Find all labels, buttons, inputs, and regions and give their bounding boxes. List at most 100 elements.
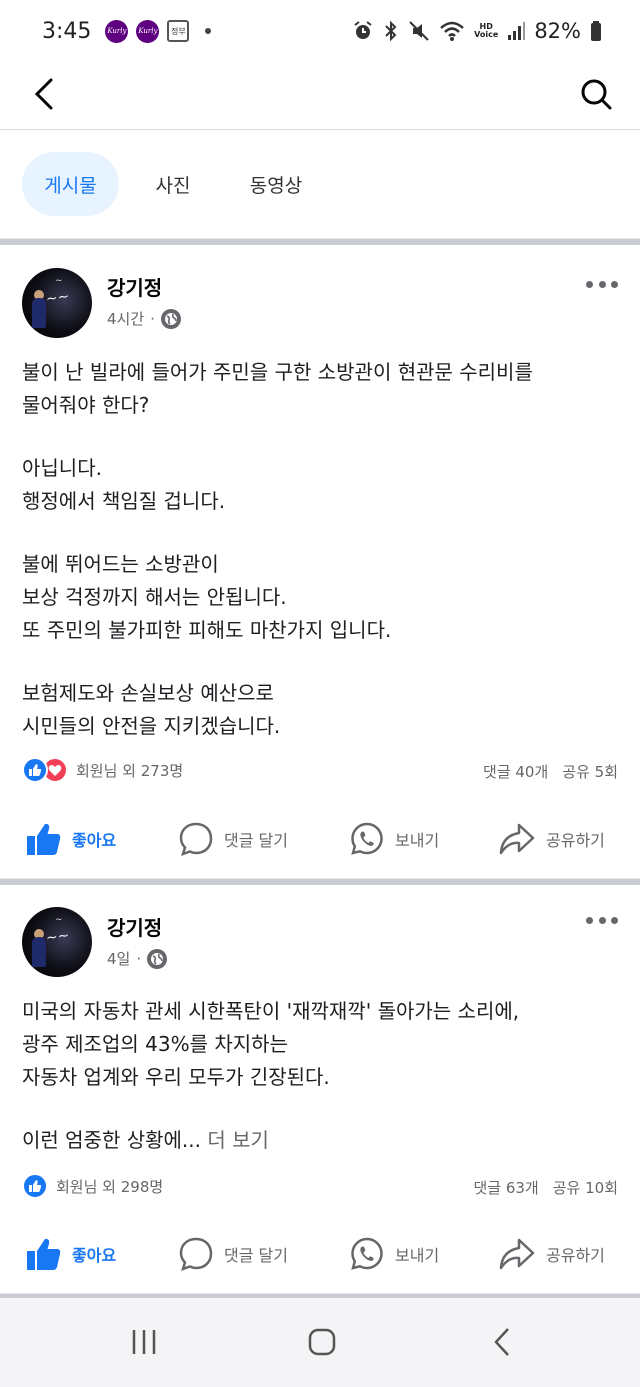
- like-button[interactable]: 좋아요: [26, 1226, 116, 1282]
- post-body: 불이 난 빌라에 들어가 주민을 구한 소방관이 현관문 수리비를 물어줘야 한…: [22, 356, 622, 743]
- avatar[interactable]: ~ ~~: [22, 268, 92, 338]
- send-label: 보내기: [395, 1246, 440, 1265]
- system-nav-bar: [0, 1298, 640, 1387]
- globe-icon: [160, 308, 181, 329]
- reactions-count: 회원님 외 298명: [56, 1177, 164, 1196]
- body-line: 아닙니다.: [22, 456, 102, 480]
- comment-icon: [179, 822, 213, 857]
- comments-count[interactable]: 댓글 40개: [483, 761, 548, 782]
- body-line: 불에 뛰어드는 소방관이: [22, 552, 219, 576]
- avatar-signature: ~~: [45, 288, 71, 308]
- dot: [598, 916, 606, 924]
- avatar-person: [32, 298, 46, 328]
- comment-label: 댓글 달기: [224, 1246, 288, 1265]
- send-button[interactable]: 보내기: [349, 1226, 439, 1282]
- kurly-notification-icon: Kurly: [105, 19, 129, 43]
- voice-label: Voice: [474, 30, 499, 39]
- comments-count[interactable]: 댓글 63개: [473, 1177, 538, 1198]
- more-options-button[interactable]: [582, 272, 622, 296]
- post-author[interactable]: 강기정: [107, 912, 162, 941]
- post-time[interactable]: 4시간: [107, 308, 144, 329]
- signal-icon: [508, 22, 526, 40]
- dot: [586, 280, 593, 288]
- alarm-icon: [354, 21, 372, 39]
- search-button[interactable]: [574, 72, 618, 116]
- avatar[interactable]: ~ ~~: [22, 907, 92, 977]
- recent-apps-button[interactable]: [122, 1322, 166, 1362]
- body-line: 시민들의 안전을 지키겠습니다.: [22, 714, 281, 738]
- home-button[interactable]: [300, 1322, 344, 1362]
- truncated-text: 이런 엄중한 상황에...: [22, 1128, 201, 1152]
- send-label: 보내기: [395, 831, 440, 850]
- share-button[interactable]: 공유하기: [498, 1226, 605, 1282]
- body-line: 행정에서 책임질 겁니다.: [22, 489, 226, 513]
- post-actions: 좋아요 댓글 달기 보내기 공유하기: [0, 1226, 640, 1282]
- avatar-person: [32, 937, 46, 967]
- app-header: [0, 62, 640, 128]
- comment-button[interactable]: 댓글 달기: [178, 1226, 288, 1282]
- body-line: 보상 걱정까지 해서는 안됩니다.: [22, 585, 287, 609]
- post-meta: 4시간 ·: [107, 308, 181, 329]
- home-icon: [308, 1328, 336, 1356]
- post-time[interactable]: 4일: [107, 948, 130, 969]
- body-line: 미국의 자동차 관세 시한폭탄이 '재깍재깍' 돌아가는 소리에,: [22, 999, 520, 1023]
- send-button[interactable]: 보내기: [349, 811, 439, 867]
- reactions-summary[interactable]: 회원님 외 298명: [22, 1173, 163, 1199]
- dot: [598, 280, 606, 288]
- post-card: ~ ~~ 강기정 4시간 · 불이 난 빌라에 들어가 주민을 구한 소방관이 …: [0, 245, 640, 878]
- meta-separator: ·: [150, 309, 155, 328]
- battery-percent: 82%: [534, 19, 581, 43]
- recent-apps-icon: [132, 1330, 156, 1354]
- status-bar: 3:45 Kurly Kurly 정부 HD Voice 82%: [0, 0, 640, 62]
- status-left: 3:45 Kurly Kurly 정부: [42, 19, 212, 44]
- avatar-script: ~: [55, 276, 63, 286]
- profile-tabs: 게시물 사진 동영상: [0, 130, 640, 238]
- see-more-link[interactable]: 더 보기: [207, 1128, 269, 1152]
- shares-count[interactable]: 공유 10회: [553, 1177, 618, 1198]
- body-line: 물어줘야 한다?: [22, 393, 150, 417]
- kurly-notification-icon-2: Kurly: [136, 19, 160, 43]
- share-label: 공유하기: [546, 831, 605, 850]
- body-line: 불이 난 빌라에 들어가 주민을 구한 소방관이 현관문 수리비를: [22, 360, 533, 384]
- system-back-button[interactable]: [480, 1322, 524, 1362]
- post-actions: 좋아요 댓글 달기 보내기 공유하기: [0, 811, 640, 867]
- back-button[interactable]: [24, 72, 64, 116]
- comment-button[interactable]: 댓글 달기: [178, 811, 288, 867]
- reactions-summary[interactable]: 회원님 외 273명: [22, 757, 183, 783]
- dot: [586, 916, 593, 924]
- globe-icon: [147, 948, 168, 969]
- bluetooth-icon: [385, 20, 397, 42]
- body-line: 보험제도와 손실보상 예산으로: [22, 681, 274, 705]
- more-options-button[interactable]: [582, 908, 622, 932]
- comment-label: 댓글 달기: [224, 831, 288, 850]
- post-divider: [0, 878, 640, 885]
- section-divider: [0, 238, 640, 245]
- shares-count[interactable]: 공유 5회: [562, 761, 618, 782]
- post-body: 미국의 자동차 관세 시한폭탄이 '재깍재깍' 돌아가는 소리에, 광주 제조업…: [22, 995, 622, 1157]
- battery-icon: [591, 21, 601, 41]
- post-author[interactable]: 강기정: [107, 272, 162, 301]
- tab-videos[interactable]: 동영상: [232, 152, 320, 216]
- tab-posts[interactable]: 게시물: [22, 152, 119, 216]
- body-line-truncated: 이런 엄중한 상황에... 더 보기: [22, 1124, 622, 1157]
- hd-voice-icon: HD Voice: [474, 23, 498, 39]
- share-button[interactable]: 공유하기: [498, 811, 605, 867]
- post-card: ~ ~~ 강기정 4일 · 미국의 자동차 관세 시한폭탄이 '재깍재깍' 돌아…: [0, 885, 640, 1293]
- whatsapp-icon: [351, 822, 383, 855]
- like-label: 좋아요: [72, 1246, 117, 1265]
- dot: [611, 916, 618, 924]
- body-line: 자동차 업계와 우리 모두가 긴장된다.: [22, 1065, 330, 1089]
- status-right: HD Voice 82%: [352, 19, 602, 43]
- post-meta: 4일 ·: [107, 948, 168, 969]
- tab-photos[interactable]: 사진: [138, 152, 208, 216]
- dot: [611, 280, 618, 288]
- like-reaction-icon: [22, 1173, 48, 1199]
- avatar-script: ~: [55, 915, 63, 925]
- post-stats: 댓글 63개 공유 10회: [473, 1177, 618, 1198]
- like-button[interactable]: 좋아요: [26, 811, 116, 867]
- reactions-count: 회원님 외 273명: [76, 761, 184, 780]
- post-stats: 댓글 40개 공유 5회: [483, 761, 618, 782]
